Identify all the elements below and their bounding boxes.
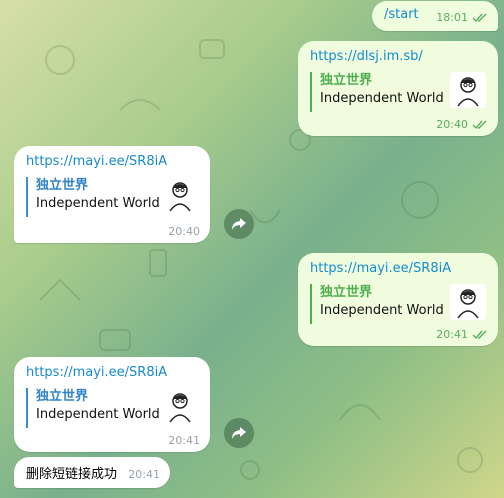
share-arrow-icon — [232, 427, 246, 439]
share-arrow-icon — [232, 218, 246, 230]
message-time: 20:40 — [168, 225, 200, 238]
avatar-thumbnail — [162, 177, 198, 213]
message-link-dlsj[interactable]: https://dlsj.im.sb/ 独立世界 Independent Wor… — [298, 41, 498, 136]
share-button[interactable] — [224, 209, 254, 239]
double-check-icon — [472, 13, 487, 22]
message-link[interactable]: https://mayi.ee/SR8iA — [26, 154, 198, 169]
message-meta: 20:40 — [436, 118, 488, 131]
message-time: 20:41 — [436, 328, 468, 341]
message-link[interactable]: https://dlsj.im.sb/ — [310, 49, 486, 64]
command-text[interactable]: /start — [384, 7, 419, 22]
message-meta: 20:41 — [436, 328, 488, 341]
message-meta: 20:41 — [168, 434, 200, 447]
avatar-thumbnail — [450, 284, 486, 320]
link-preview[interactable]: 独立世界 Independent World — [26, 388, 198, 428]
double-check-icon — [472, 120, 487, 129]
message-time: 18:01 — [436, 11, 468, 24]
avatar-thumbnail — [162, 388, 198, 424]
message-incoming-link[interactable]: https://mayi.ee/SR8iA 独立世界 Independent W… — [14, 357, 210, 452]
message-link-mayi[interactable]: https://mayi.ee/SR8iA 独立世界 Independent W… — [298, 253, 498, 346]
message-body: 删除短链接成功 — [26, 467, 118, 482]
message-time: 20:41 — [168, 434, 200, 447]
message-start-command[interactable]: /start 18:01 — [372, 1, 498, 31]
link-preview[interactable]: 独立世界 Independent World — [26, 177, 198, 217]
message-text[interactable]: 删除短链接成功 20:41 — [14, 457, 170, 488]
message-link[interactable]: https://mayi.ee/SR8iA — [310, 261, 486, 276]
message-link[interactable]: https://mayi.ee/SR8iA — [26, 365, 198, 380]
message-time: 20:41 — [128, 468, 160, 481]
message-meta: 20:41 — [128, 468, 160, 481]
message-meta: 20:40 — [168, 225, 200, 238]
message-incoming-link[interactable]: https://mayi.ee/SR8iA 独立世界 Independent W… — [14, 146, 210, 243]
share-button[interactable] — [224, 418, 254, 448]
link-preview[interactable]: 独立世界 Independent World — [310, 284, 486, 324]
message-time: 20:40 — [436, 118, 468, 131]
avatar-thumbnail — [450, 72, 486, 108]
message-meta: 18:01 — [436, 11, 488, 24]
link-preview[interactable]: 独立世界 Independent World — [310, 72, 486, 112]
double-check-icon — [472, 330, 487, 339]
